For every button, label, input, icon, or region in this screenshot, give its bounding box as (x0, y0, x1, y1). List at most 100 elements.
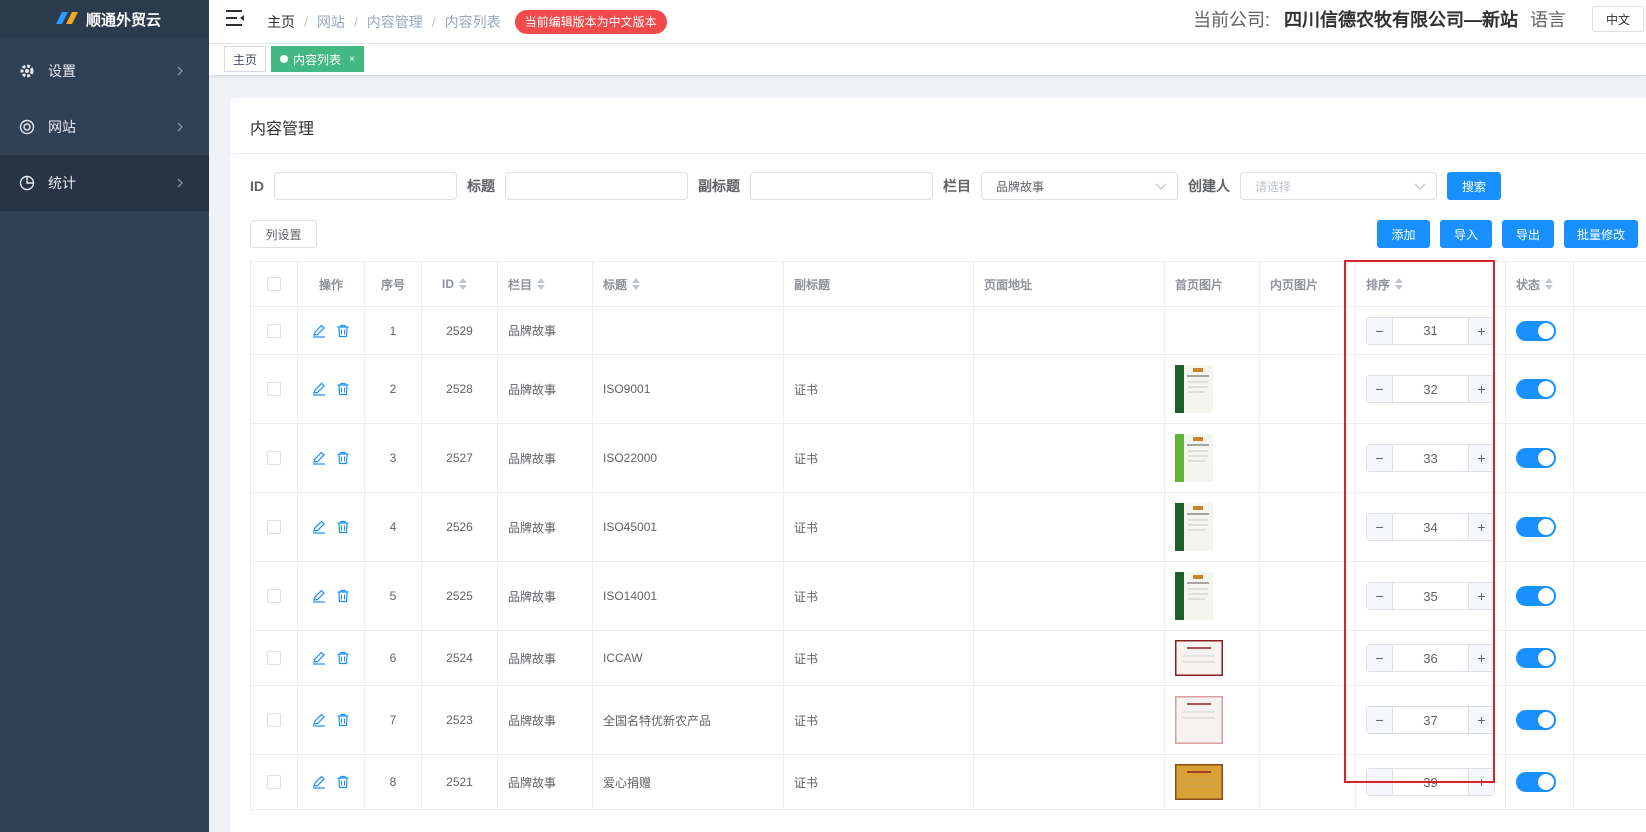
status-toggle[interactable] (1516, 710, 1556, 730)
batch-edit-button[interactable]: 批量修改 (1564, 220, 1638, 248)
status-toggle[interactable] (1516, 320, 1556, 341)
sort-value[interactable]: 33 (1393, 445, 1468, 471)
menu-fold-icon[interactable] (225, 9, 245, 27)
row-checkbox[interactable] (267, 520, 281, 534)
sort-stepper[interactable]: −34 + (1366, 513, 1495, 541)
column-select[interactable]: 品牌故事 (981, 172, 1178, 200)
certificate-thumbnail[interactable] (1175, 764, 1223, 800)
certificate-thumbnail[interactable] (1175, 640, 1223, 676)
row-checkbox[interactable] (267, 382, 281, 396)
tab-content-list[interactable]: 内容列表 × (271, 46, 364, 72)
creator-select[interactable]: 请选择 (1240, 172, 1437, 200)
delete-icon[interactable] (336, 382, 350, 396)
delete-icon[interactable] (336, 651, 350, 665)
increment-button[interactable]: + (1468, 317, 1494, 344)
decrement-button[interactable]: − (1367, 317, 1393, 344)
sort-value[interactable]: 32 (1393, 376, 1468, 402)
increment-button[interactable]: + (1468, 707, 1494, 733)
delete-icon[interactable] (336, 324, 350, 338)
sort-stepper[interactable]: −39 + (1366, 768, 1495, 796)
certificate-thumbnail[interactable] (1175, 503, 1213, 551)
breadcrumb-home[interactable]: 主页 (267, 12, 295, 32)
status-toggle[interactable] (1516, 772, 1556, 792)
sort-value[interactable]: 34 (1393, 514, 1468, 540)
add-button[interactable]: 添加 (1377, 220, 1430, 248)
header-id[interactable]: ID (422, 262, 498, 306)
sort-stepper[interactable]: −36 + (1366, 644, 1495, 672)
sort-stepper[interactable]: −37 + (1366, 706, 1495, 734)
certificate-thumbnail[interactable] (1175, 434, 1213, 482)
sort-icon[interactable] (632, 278, 641, 290)
header-column[interactable]: 栏目 (498, 262, 593, 306)
id-input[interactable] (274, 172, 457, 200)
sort-value[interactable]: 35 (1393, 583, 1468, 609)
sort-stepper[interactable]: −32 + (1366, 375, 1495, 403)
decrement-button[interactable]: − (1367, 707, 1393, 733)
sort-icon[interactable] (537, 278, 546, 290)
status-toggle[interactable] (1516, 648, 1556, 668)
decrement-button[interactable]: − (1367, 769, 1393, 795)
increment-button[interactable]: + (1468, 514, 1494, 540)
select-all-checkbox[interactable] (267, 277, 281, 291)
header-sort[interactable]: 排序 (1356, 262, 1506, 306)
edit-icon[interactable] (312, 589, 326, 603)
sort-value[interactable]: 36 (1393, 645, 1468, 671)
edit-icon[interactable] (312, 451, 326, 465)
delete-icon[interactable] (336, 589, 350, 603)
search-button[interactable]: 搜索 (1447, 172, 1501, 200)
edit-icon[interactable] (312, 520, 326, 534)
edit-icon[interactable] (312, 651, 326, 665)
delete-icon[interactable] (336, 520, 350, 534)
certificate-thumbnail[interactable] (1175, 365, 1213, 413)
sort-stepper[interactable]: −33 + (1366, 444, 1495, 472)
increment-button[interactable]: + (1468, 769, 1494, 795)
edit-icon[interactable] (312, 382, 326, 396)
edit-icon[interactable] (312, 713, 326, 727)
decrement-button[interactable]: − (1367, 376, 1393, 402)
delete-icon[interactable] (336, 713, 350, 727)
sidebar-item-website[interactable]: 网站 (0, 99, 209, 155)
subtitle-input[interactable] (750, 172, 933, 200)
sort-value[interactable]: 31 (1393, 318, 1468, 344)
increment-button[interactable]: + (1468, 645, 1494, 671)
increment-button[interactable]: + (1468, 445, 1494, 471)
sort-icon[interactable] (459, 278, 467, 290)
header-title[interactable]: 标题 (593, 262, 784, 306)
row-checkbox[interactable] (267, 451, 281, 465)
language-select[interactable]: 中文 (1592, 6, 1644, 32)
delete-icon[interactable] (336, 775, 350, 789)
increment-button[interactable]: + (1468, 376, 1494, 402)
status-toggle[interactable] (1516, 448, 1556, 468)
sort-value[interactable]: 39 (1393, 769, 1468, 795)
column-settings-button[interactable]: 列设置 (250, 220, 317, 248)
row-checkbox[interactable] (267, 323, 281, 338)
sort-icon[interactable] (1545, 278, 1554, 290)
delete-icon[interactable] (336, 451, 350, 465)
header-status[interactable]: 状态 (1506, 262, 1574, 306)
sidebar-item-statistics[interactable]: 统计 (0, 155, 209, 211)
edit-icon[interactable] (312, 775, 326, 789)
import-button[interactable]: 导入 (1440, 220, 1492, 248)
certificate-thumbnail[interactable] (1175, 696, 1223, 744)
certificate-thumbnail[interactable] (1175, 572, 1213, 620)
sort-stepper[interactable]: −31 + (1366, 316, 1495, 345)
sidebar-item-settings[interactable]: 设置 (0, 43, 209, 99)
status-toggle[interactable] (1516, 517, 1556, 537)
title-input[interactable] (505, 172, 688, 200)
row-checkbox[interactable] (267, 651, 281, 665)
row-checkbox[interactable] (267, 713, 281, 727)
decrement-button[interactable]: − (1367, 445, 1393, 471)
decrement-button[interactable]: − (1367, 583, 1393, 609)
row-checkbox[interactable] (267, 775, 281, 789)
sort-stepper[interactable]: −35 + (1366, 582, 1495, 610)
sort-value[interactable]: 37 (1393, 707, 1468, 733)
row-checkbox[interactable] (267, 589, 281, 603)
edit-icon[interactable] (312, 324, 326, 338)
status-toggle[interactable] (1516, 586, 1556, 606)
increment-button[interactable]: + (1468, 583, 1494, 609)
sort-icon[interactable] (1395, 278, 1404, 290)
tab-home[interactable]: 主页 (224, 46, 267, 72)
decrement-button[interactable]: − (1367, 645, 1393, 671)
close-icon[interactable]: × (349, 54, 355, 65)
export-button[interactable]: 导出 (1502, 220, 1554, 248)
